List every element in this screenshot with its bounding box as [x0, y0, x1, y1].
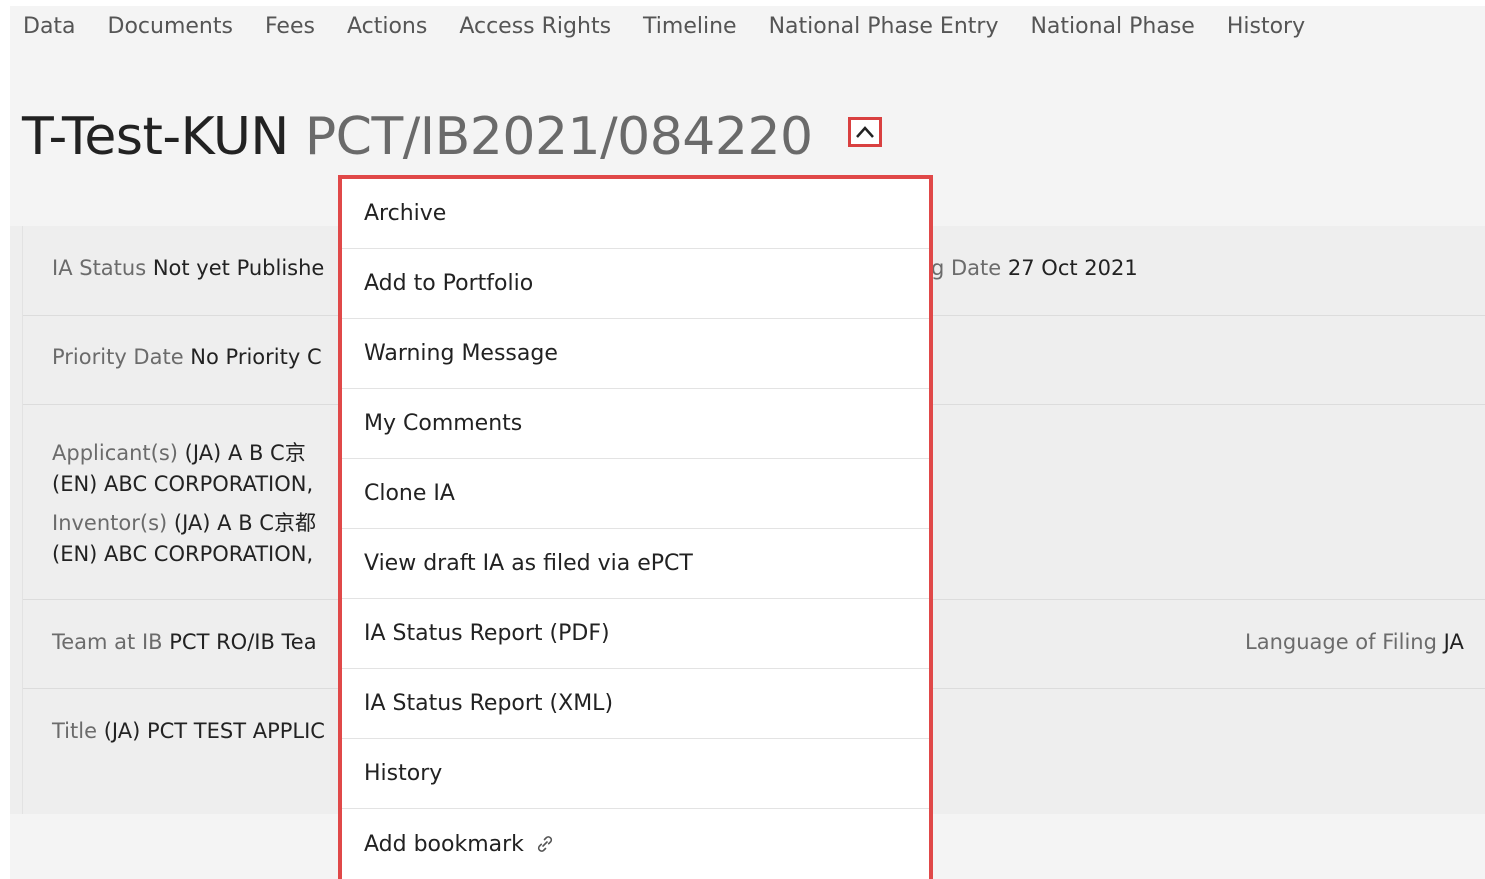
applicants-label: Applicant(s) [52, 441, 178, 465]
tab-fees[interactable]: Fees [265, 14, 315, 39]
applicants-ja-value: A B C京 [227, 441, 306, 465]
inventors-ja-tag: (JA) [173, 511, 211, 535]
menu-item-label: Clone IA [364, 481, 455, 506]
inventors-en-value: (EN) ABC CORPORATION, [52, 542, 314, 566]
menu-item-view-draft-ia[interactable]: View draft IA as filed via ePCT [342, 529, 929, 599]
filing-date-label: g Date [931, 256, 1002, 280]
inventors-ja-value: A B C京都 [217, 511, 316, 535]
menu-item-label: View draft IA as filed via ePCT [364, 551, 693, 576]
case-name: T-Test-KUN [22, 107, 289, 167]
application-number: PCT/IB2021/084220 [304, 107, 813, 167]
tab-access-rights[interactable]: Access Rights [459, 14, 611, 39]
tab-documents[interactable]: Documents [108, 14, 233, 39]
menu-item-label: My Comments [364, 411, 523, 436]
team-label: Team at IB [52, 630, 163, 654]
menu-item-label: History [364, 761, 443, 786]
inventors-label: Inventor(s) [52, 511, 168, 535]
tab-bar: Data Documents Fees Actions Access Right… [10, 6, 1324, 46]
tab-actions[interactable]: Actions [347, 14, 427, 39]
tab-national-phase-entry[interactable]: National Phase Entry [769, 14, 999, 39]
applicants-ja-tag: (JA) [184, 441, 222, 465]
team-value: PCT RO/IB Tea [169, 630, 317, 654]
menu-item-label: IA Status Report (XML) [364, 691, 614, 716]
priority-date-value: No Priority C [190, 345, 322, 369]
actions-dropdown-menu: Archive Add to Portfolio Warning Message… [338, 175, 933, 879]
tab-history[interactable]: History [1227, 14, 1305, 39]
menu-item-status-report-xml[interactable]: IA Status Report (XML) [342, 669, 929, 739]
tab-timeline[interactable]: Timeline [643, 14, 737, 39]
menu-item-label: Add bookmark [364, 831, 524, 857]
applicants-en-value: (EN) ABC CORPORATION, [52, 472, 314, 496]
menu-item-add-to-portfolio[interactable]: Add to Portfolio [342, 249, 929, 319]
menu-item-label: Warning Message [364, 341, 558, 366]
menu-item-clone-ia[interactable]: Clone IA [342, 459, 929, 529]
title-label: Title [52, 719, 98, 743]
language-label: Language of Filing [1245, 630, 1437, 654]
priority-date-label: Priority Date [52, 345, 184, 369]
actions-toggle-button[interactable] [848, 117, 882, 147]
page-title: T-Test-KUN PCT/IB2021/084220 [22, 102, 813, 172]
title-value: (JA) PCT TEST APPLIC [103, 719, 325, 743]
menu-item-history[interactable]: History [342, 739, 929, 809]
menu-item-add-bookmark[interactable]: Add bookmark [342, 809, 929, 879]
link-icon [534, 833, 556, 855]
tab-data[interactable]: Data [23, 14, 76, 39]
menu-item-label: Archive [364, 201, 447, 226]
menu-item-my-comments[interactable]: My Comments [342, 389, 929, 459]
menu-item-archive[interactable]: Archive [342, 179, 929, 249]
ia-status-label: IA Status [52, 256, 147, 280]
filing-date-value: 27 Oct 2021 [1007, 256, 1138, 280]
menu-item-status-report-pdf[interactable]: IA Status Report (PDF) [342, 599, 929, 669]
ia-status-value: Not yet Publishe [152, 256, 325, 280]
menu-item-warning-message[interactable]: Warning Message [342, 319, 929, 389]
menu-item-label: IA Status Report (PDF) [364, 621, 610, 646]
tab-national-phase[interactable]: National Phase [1030, 14, 1194, 39]
language-value: JA [1443, 630, 1464, 654]
menu-item-label: Add to Portfolio [364, 271, 534, 296]
chevron-up-icon [856, 126, 874, 138]
